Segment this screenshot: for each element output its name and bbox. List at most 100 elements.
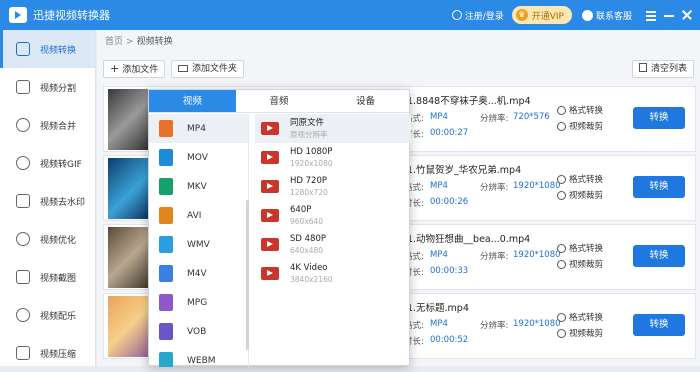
video-crop-link[interactable]: 视频裁剪	[557, 327, 603, 339]
close-icon[interactable]	[680, 8, 694, 22]
video-file-icon	[261, 151, 279, 164]
sidebar-item-video-gif[interactable]: 视频转GIF	[0, 144, 95, 182]
format-list-scrollbar[interactable]	[246, 200, 249, 350]
gear-icon	[557, 243, 566, 253]
format-item-label: MPG	[187, 297, 208, 308]
vip-button[interactable]: ♛ 开通VIP	[511, 6, 572, 24]
add-file-button[interactable]: + 添加文件	[103, 60, 166, 78]
sidebar-item-label: 视频优化	[40, 235, 77, 246]
login-link[interactable]: 注册/登录	[451, 9, 504, 22]
sidebar-item-video-compress[interactable]: 视频压缩	[0, 334, 95, 372]
plus-icon: +	[110, 62, 120, 75]
sidebar-item-video-music[interactable]: 视频配乐	[0, 296, 95, 334]
tab-video[interactable]: 视频	[149, 90, 236, 112]
format-convert-link[interactable]: 格式转换	[557, 104, 603, 116]
gear-icon	[557, 312, 566, 322]
file-name-text: 1.8848不穿袜子奥...机.mp4	[406, 96, 531, 107]
breadcrumb-home[interactable]: 首页	[105, 37, 123, 47]
resolution-label: 分辨率:	[480, 321, 509, 331]
video-thumbnail	[108, 89, 152, 150]
add-folder-label: 添加文件夹	[192, 64, 238, 74]
minimize-icon[interactable]	[662, 8, 676, 22]
merge-icon	[16, 118, 30, 132]
video-crop-link[interactable]: 视频裁剪	[557, 189, 603, 201]
duration-value: 00:00:27	[430, 128, 469, 138]
resolution-value: 1920*1080	[513, 250, 561, 260]
format-item-label: MOV	[187, 152, 208, 163]
format-item-webm[interactable]: WEBM	[149, 346, 248, 367]
resolution-item-4k[interactable]: 4K Video 3840x2160	[255, 259, 411, 288]
format-item-label: WEBM	[187, 355, 216, 366]
resolution-title: 4K Video	[290, 262, 328, 273]
sidebar-item-label: 视频转换	[40, 45, 77, 56]
video-crop-link[interactable]: 视频裁剪	[557, 120, 603, 132]
file-name: ✎1.8848不穿袜子奥...机.mp4	[396, 93, 531, 107]
sidebar-item-remove-watermark[interactable]: 视频去水印	[0, 182, 95, 220]
resolution-item-720p[interactable]: HD 720P 1280x720	[255, 172, 411, 201]
resolution-sub: 原视分辨率	[290, 129, 328, 139]
format-convert-link[interactable]: 格式转换	[557, 242, 603, 254]
format-value: MP4	[430, 112, 448, 122]
crop-icon	[557, 190, 566, 200]
format-list: MP4 MOV MKV AVI WMV M4V MPG VOB WEBM	[149, 114, 249, 367]
trash-icon	[639, 63, 647, 72]
crop-icon	[557, 121, 566, 131]
resolution-item-1080p[interactable]: HD 1080P 1920x1080	[255, 143, 411, 172]
format-item-avi[interactable]: AVI	[149, 201, 248, 230]
service-link[interactable]: 联系客服	[581, 9, 632, 22]
format-convert-label: 格式转换	[569, 106, 604, 116]
mp4-file-icon	[159, 120, 173, 137]
compress-icon	[16, 346, 30, 360]
format-item-vob[interactable]: VOB	[149, 317, 248, 346]
crown-icon: ♛	[515, 9, 528, 21]
convert-button[interactable]: 转换	[633, 176, 685, 198]
add-folder-button[interactable]: 添加文件夹	[171, 60, 245, 78]
menu-icon[interactable]	[644, 8, 658, 22]
resolution-item-480p[interactable]: SD 480P 640x480	[255, 230, 411, 259]
video-thumbnail	[108, 296, 152, 357]
video-crop-label: 视频裁剪	[569, 329, 604, 339]
sidebar-item-label: 视频合并	[40, 121, 77, 132]
resolution-item-640p[interactable]: 640P 960x640	[255, 201, 411, 230]
format-item-wmv[interactable]: WMV	[149, 230, 248, 259]
format-item-mp4[interactable]: MP4	[149, 114, 248, 143]
resolution-sub: 3840x2160	[290, 274, 333, 284]
format-value: MP4	[430, 319, 448, 329]
sidebar-item-video-merge[interactable]: 视频合并	[0, 106, 95, 144]
convert-button[interactable]: 转换	[633, 314, 685, 336]
breadcrumb-separator: >	[126, 37, 134, 47]
mpg-file-icon	[159, 294, 173, 311]
resolution-item-original[interactable]: 同原文件 原视分辨率	[255, 114, 411, 143]
resolution-title: HD 720P	[290, 175, 327, 186]
video-crop-link[interactable]: 视频裁剪	[557, 258, 603, 270]
mkv-file-icon	[159, 178, 173, 195]
format-item-mpg[interactable]: MPG	[149, 288, 248, 317]
tab-device[interactable]: 设备	[322, 90, 409, 112]
sidebar-item-video-convert[interactable]: 视频转换	[0, 30, 95, 68]
convert-button[interactable]: 转换	[633, 245, 685, 267]
service-label: 联系客服	[595, 11, 632, 22]
clear-list-button[interactable]: 清空列表	[632, 60, 695, 78]
format-convert-link[interactable]: 格式转换	[557, 173, 603, 185]
convert-button[interactable]: 转换	[633, 107, 685, 129]
clear-list-label: 清空列表	[651, 64, 688, 74]
format-item-mkv[interactable]: MKV	[149, 172, 248, 201]
video-file-icon	[261, 209, 279, 222]
sidebar-item-label: 视频截图	[40, 273, 77, 284]
format-convert-label: 格式转换	[569, 244, 604, 254]
resolution-value: 720*576	[513, 112, 550, 122]
duration-value: 00:00:52	[430, 335, 469, 345]
tab-audio[interactable]: 音频	[236, 90, 323, 112]
gear-icon	[557, 105, 566, 115]
format-convert-link[interactable]: 格式转换	[557, 311, 603, 323]
sidebar-item-video-screenshot[interactable]: 视频截图	[0, 258, 95, 296]
sidebar-item-video-split[interactable]: 视频分割	[0, 68, 95, 106]
format-item-mov[interactable]: MOV	[149, 143, 248, 172]
video-thumbnail	[108, 158, 152, 219]
app-logo-icon	[9, 7, 27, 23]
format-convert-label: 格式转换	[569, 313, 604, 323]
format-item-m4v[interactable]: M4V	[149, 259, 248, 288]
format-item-label: AVI	[187, 210, 202, 221]
vob-file-icon	[159, 323, 173, 340]
sidebar-item-video-optimize[interactable]: 视频优化	[0, 220, 95, 258]
